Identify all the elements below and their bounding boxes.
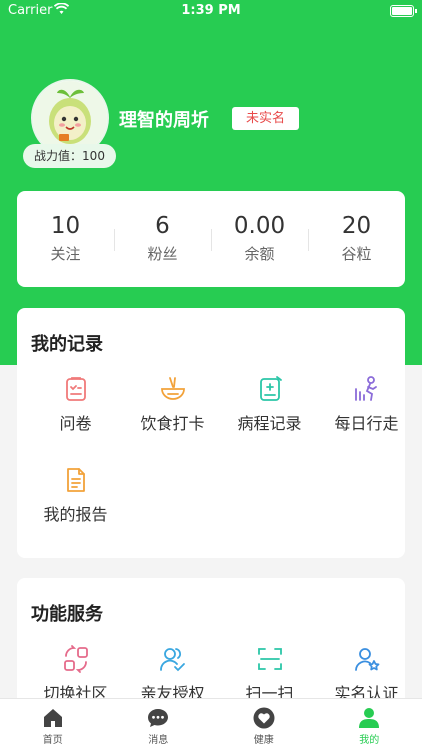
records-item-label: 饮食打卡 <box>124 410 221 434</box>
services-card: 功能服务 切换社区 亲友授权 扫一扫 实名认证 <box>17 578 405 708</box>
family-auth-icon <box>159 645 187 673</box>
tab-label: 首页 <box>0 731 106 746</box>
stats-card: 10 关注 6 粉丝 0.00 余额 20 谷粒 <box>17 191 405 287</box>
profile-icon <box>358 707 380 729</box>
tab-health[interactable]: 健康 <box>211 699 317 751</box>
records-item-medical-record[interactable]: 病程记录 <box>221 375 318 434</box>
report-icon <box>62 466 90 494</box>
tab-label: 我的 <box>317 731 422 746</box>
services-item-identity-verify[interactable]: 实名认证 <box>318 645 415 704</box>
tab-bar: 首页 消息 健康 我的 <box>0 698 422 751</box>
records-item-questionnaire[interactable]: 问卷 <box>27 375 124 434</box>
battery-icon <box>390 5 414 17</box>
health-heart-icon <box>253 707 275 729</box>
status-bar: Carrier 1:39 PM <box>0 0 422 22</box>
stat-following[interactable]: 10 关注 <box>17 191 114 287</box>
section-title: 功能服务 <box>31 600 103 626</box>
records-item-report[interactable]: 我的报告 <box>27 466 124 525</box>
section-title: 我的记录 <box>31 330 103 356</box>
tab-label: 健康 <box>211 731 317 746</box>
records-item-label: 问卷 <box>27 410 124 434</box>
message-icon <box>147 707 169 729</box>
tab-label: 消息 <box>106 731 212 746</box>
records-item-label: 病程记录 <box>221 410 318 434</box>
identity-verify-icon <box>353 645 381 673</box>
stat-value: 20 <box>308 213 405 239</box>
medical-record-icon <box>256 375 284 403</box>
services-item-scan[interactable]: 扫一扫 <box>221 645 318 704</box>
tab-messages[interactable]: 消息 <box>106 699 212 751</box>
stat-label: 谷粒 <box>308 243 405 264</box>
stat-label: 粉丝 <box>114 243 211 264</box>
questionnaire-icon <box>62 375 90 403</box>
home-icon <box>42 707 64 729</box>
scan-icon <box>256 645 284 673</box>
switch-community-icon <box>62 645 90 673</box>
power-value-badge: 战力值：100 <box>23 144 116 168</box>
tab-home[interactable]: 首页 <box>0 699 106 751</box>
records-item-label: 每日行走 <box>318 410 415 434</box>
stat-value: 6 <box>114 213 211 239</box>
stat-followers[interactable]: 6 粉丝 <box>114 191 211 287</box>
stat-value: 0.00 <box>211 213 308 239</box>
clock: 1:39 PM <box>0 3 422 18</box>
username: 理智的周圻 <box>119 106 209 132</box>
records-item-walking[interactable]: 每日行走 <box>318 375 415 434</box>
stat-label: 关注 <box>17 243 114 264</box>
my-records-card: 我的记录 问卷 饮食打卡 病程记录 每日行走 我的报告 <box>17 308 405 558</box>
walking-icon <box>353 375 381 403</box>
services-item-family-auth[interactable]: 亲友授权 <box>124 645 221 704</box>
stat-grains[interactable]: 20 谷粒 <box>308 191 405 287</box>
tab-profile[interactable]: 我的 <box>317 699 422 751</box>
food-bowl-icon <box>159 375 187 403</box>
stat-label: 余额 <box>211 243 308 264</box>
records-item-diet[interactable]: 饮食打卡 <box>124 375 221 434</box>
records-item-label: 我的报告 <box>27 501 124 525</box>
stat-balance[interactable]: 0.00 余额 <box>211 191 308 287</box>
unverified-badge[interactable]: 未实名 <box>232 107 299 130</box>
services-item-switch-community[interactable]: 切换社区 <box>27 645 124 704</box>
stat-value: 10 <box>17 213 114 239</box>
